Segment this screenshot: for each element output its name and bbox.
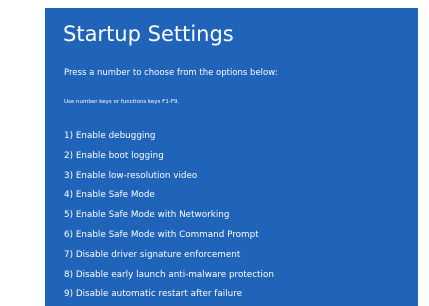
keys-hint-text: Use number keys or functions keys F1-F9.: [64, 99, 180, 105]
option-disable-automatic-restart[interactable]: 9) Disable automatic restart after failu…: [64, 288, 274, 301]
startup-settings-screen: Startup Settings Press a number to choos…: [45, 8, 418, 306]
option-enable-safe-mode[interactable]: 4) Enable Safe Mode: [64, 189, 274, 202]
option-enable-safe-mode-networking[interactable]: 5) Enable Safe Mode with Networking: [64, 209, 274, 222]
startup-options-list: 1) Enable debugging 2) Enable boot loggi…: [64, 130, 274, 306]
option-enable-debugging[interactable]: 1) Enable debugging: [64, 130, 274, 143]
option-disable-early-launch-anti-malware[interactable]: 8) Disable early launch anti-malware pro…: [64, 269, 274, 282]
page-title: Startup Settings: [63, 22, 234, 46]
instruction-text: Press a number to choose from the option…: [64, 68, 278, 78]
option-enable-boot-logging[interactable]: 2) Enable boot logging: [64, 150, 274, 163]
option-disable-driver-signature-enforcement[interactable]: 7) Disable driver signature enforcement: [64, 249, 274, 262]
option-enable-safe-mode-command-prompt[interactable]: 6) Enable Safe Mode with Command Prompt: [64, 229, 274, 242]
option-enable-low-resolution-video[interactable]: 3) Enable low-resolution video: [64, 170, 274, 183]
